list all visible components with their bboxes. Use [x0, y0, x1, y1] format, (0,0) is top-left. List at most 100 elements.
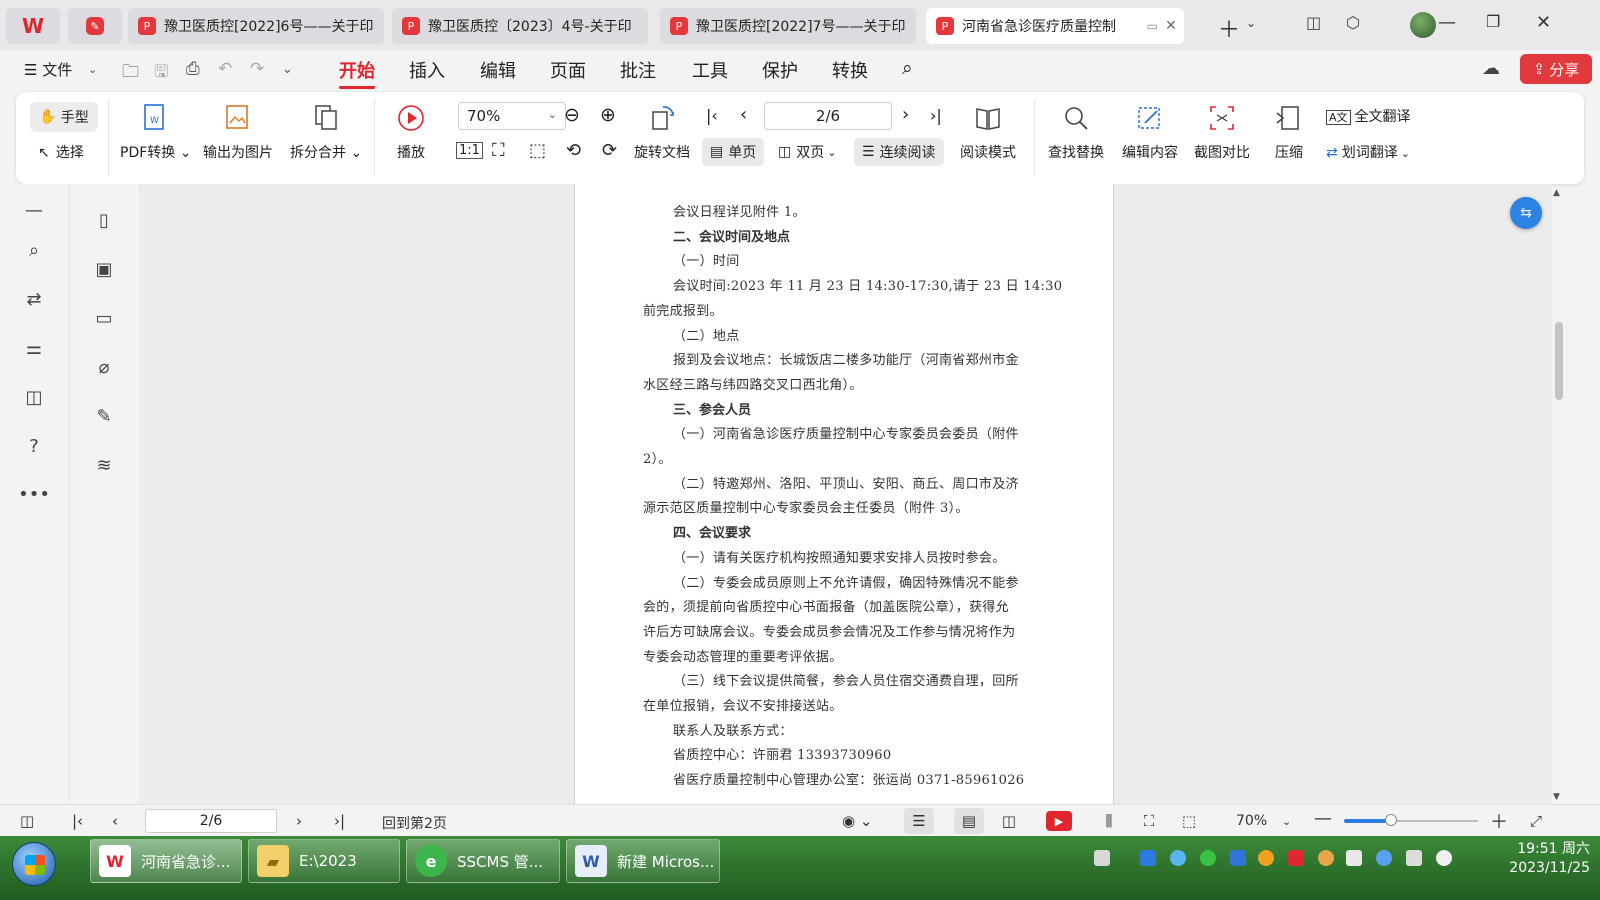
layers-icon[interactable]: ≋: [90, 451, 118, 479]
undo-icon[interactable]: ↶: [218, 59, 232, 79]
last-page-icon[interactable]: ›|: [334, 812, 345, 830]
taskbar-item-wps[interactable]: W 河南省急诊...: [90, 839, 242, 883]
keyboard-icon[interactable]: [1094, 850, 1110, 866]
actual-size-icon[interactable]: ⬚: [1174, 808, 1204, 834]
next-page-icon[interactable]: ›: [902, 104, 909, 125]
fit-width-icon[interactable]: ⬚: [529, 140, 546, 161]
status-page-input[interactable]: 2/6: [145, 809, 277, 833]
edit-content-button[interactable]: 编辑内容: [1122, 100, 1178, 162]
scroll-up-icon[interactable]: ▲: [1553, 188, 1560, 198]
tab-doc-2[interactable]: P 豫卫医质控〔2023〕4号-关于印: [392, 8, 648, 44]
taskbar-item-browser[interactable]: e SSCMS 管...: [406, 839, 560, 883]
prev-page-icon[interactable]: ‹: [112, 812, 118, 830]
chevron-down-icon[interactable]: ⌄: [1282, 815, 1291, 828]
save-icon[interactable]: 🖫: [154, 59, 168, 88]
avatar[interactable]: [1410, 12, 1436, 38]
comment-icon[interactable]: ▭: [90, 304, 118, 332]
chevron-down-icon[interactable]: ⌄: [88, 63, 97, 76]
single-page-view-button[interactable]: ▤: [954, 808, 984, 834]
next-page-icon[interactable]: ›: [296, 812, 302, 830]
tab-convert[interactable]: 转换: [832, 57, 868, 83]
continuous-view-button[interactable]: ☰: [904, 808, 934, 834]
double-page-button[interactable]: ◫ 双页 ⌄: [770, 138, 844, 166]
split-merge-button[interactable]: 拆分合并 ⌄: [290, 100, 362, 162]
tray-app-icon[interactable]: [1140, 850, 1156, 866]
single-page-button[interactable]: ▤ 单页: [702, 138, 765, 166]
word-translate-button[interactable]: ⇄ 划词翻译 ⌄: [1326, 142, 1410, 162]
zoom-in-icon[interactable]: ⊕: [600, 104, 616, 126]
eye-icon[interactable]: ◉ ⌄: [842, 812, 872, 830]
zoom-out-icon[interactable]: —: [1314, 808, 1332, 829]
zoom-in-icon[interactable]: ＋: [1490, 808, 1508, 834]
zoom-select[interactable]: 70% ⌄: [458, 102, 566, 130]
thumbnail-icon[interactable]: ▣: [90, 255, 118, 283]
play-button[interactable]: 播放: [396, 100, 426, 162]
clock[interactable]: 19:51 周六 2023/11/25: [1478, 840, 1590, 878]
share-button[interactable]: ⇪ 分享: [1520, 54, 1592, 84]
close-tab-icon[interactable]: ✕: [1158, 18, 1184, 34]
first-page-icon[interactable]: |‹: [706, 106, 718, 125]
shield-icon[interactable]: [1346, 850, 1362, 866]
monitor-icon[interactable]: ▭: [1147, 19, 1158, 33]
bookmark-icon[interactable]: ▯: [90, 206, 118, 234]
translate-icon[interactable]: ⇄: [20, 285, 48, 313]
minimize-icon[interactable]: —: [1438, 12, 1456, 33]
rotate-right-icon[interactable]: ⟳: [602, 140, 617, 161]
pdf-home-button[interactable]: ✎: [68, 8, 122, 44]
help-icon[interactable]: ?: [20, 432, 48, 460]
full-translate-button[interactable]: A文 全文翻译: [1326, 106, 1411, 126]
more-chevron-icon[interactable]: ⌄: [282, 62, 293, 77]
prev-page-icon[interactable]: ‹: [740, 104, 747, 125]
panel-toggle-icon[interactable]: ◫: [20, 812, 34, 830]
redo-icon[interactable]: ↷: [250, 59, 264, 79]
first-page-icon[interactable]: |‹: [72, 812, 83, 830]
tab-start[interactable]: 开始: [339, 57, 375, 89]
tray-blue-icon[interactable]: [1376, 850, 1392, 866]
tray-red-icon[interactable]: [1288, 850, 1304, 866]
fullscreen-icon[interactable]: ⤢: [1530, 812, 1542, 830]
wechat-icon[interactable]: [1200, 850, 1216, 866]
last-page-icon[interactable]: ›|: [930, 106, 942, 125]
cloud-icon[interactable]: [1170, 850, 1186, 866]
taskbar-item-explorer[interactable]: ▰ E:\2023: [248, 839, 400, 883]
chevron-down-icon[interactable]: ⌄: [1246, 16, 1256, 30]
document-viewport[interactable]: 会议日程详见附件 1。 二、会议时间及地点 （一）时间 会议时间:2023 年 11 …: [141, 184, 1552, 804]
more-icon[interactable]: •••: [18, 480, 50, 508]
tab-edit[interactable]: 编辑: [480, 57, 516, 83]
fit-page-icon[interactable]: ⛶: [1134, 808, 1164, 834]
zoom-out-icon[interactable]: ⊖: [564, 104, 580, 126]
signature-icon[interactable]: ✎: [90, 402, 118, 430]
book-search-icon[interactable]: ◫: [20, 383, 48, 411]
tab-page[interactable]: 页面: [550, 57, 586, 83]
bluetooth-icon[interactable]: [1230, 850, 1246, 866]
settings-sliders-icon[interactable]: ⚌: [20, 334, 48, 362]
wps-logo-icon[interactable]: W: [6, 8, 60, 44]
attachment-icon[interactable]: ⌀: [90, 353, 118, 381]
screenshot-compare-button[interactable]: 截图对比: [1194, 100, 1250, 162]
zoom-slider-knob[interactable]: [1384, 814, 1397, 826]
read-mode-button[interactable]: 阅读模式: [960, 100, 1016, 162]
page-number-input[interactable]: 2/6: [764, 102, 892, 130]
restore-icon[interactable]: ❐: [1486, 12, 1500, 31]
goto-page-link[interactable]: 回到第2页: [382, 813, 447, 833]
network-icon[interactable]: [1406, 850, 1422, 866]
tray-globe-icon[interactable]: [1318, 850, 1334, 866]
file-menu[interactable]: ☰ 文件: [24, 59, 72, 80]
fit-width-icon[interactable]: ⫼: [1094, 808, 1124, 834]
new-tab-icon[interactable]: ＋: [1218, 12, 1240, 44]
search-icon[interactable]: ⌕: [20, 236, 48, 264]
tab-insert[interactable]: 插入: [409, 57, 445, 83]
volume-icon[interactable]: [1436, 850, 1452, 866]
tab-tools[interactable]: 工具: [692, 57, 728, 83]
floating-toolbox-button[interactable]: ⇆: [1510, 197, 1542, 229]
tray-color-icon[interactable]: [1258, 850, 1274, 866]
start-button[interactable]: [12, 842, 56, 886]
rotate-left-icon[interactable]: ⟲: [566, 140, 581, 161]
double-page-view-button[interactable]: ◫: [994, 808, 1024, 834]
tab-annotate[interactable]: 批注: [620, 57, 656, 83]
compress-button[interactable]: 压缩: [1274, 100, 1304, 162]
sidebar-layout-icon[interactable]: ◫: [1306, 13, 1321, 32]
continuous-read-button[interactable]: ☰ 连续阅读: [854, 138, 944, 166]
cloud-chat-icon[interactable]: ☁: [1482, 58, 1500, 79]
select-tool-button[interactable]: ↖ 选择: [38, 142, 84, 162]
